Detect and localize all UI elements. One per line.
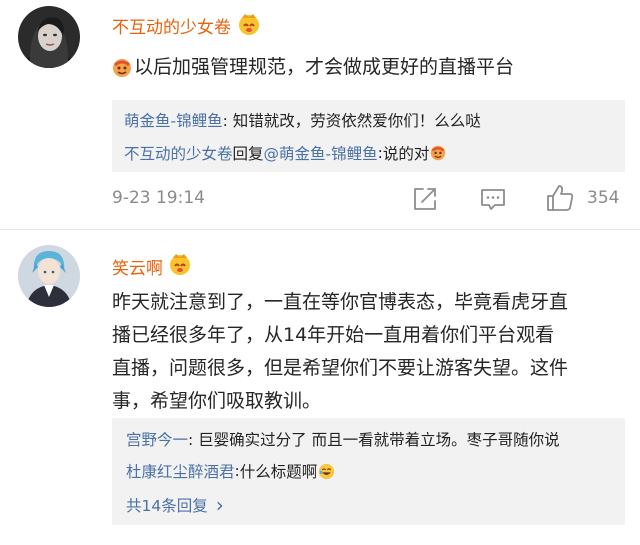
comment-username[interactable]: 不互动的少女卷: [112, 13, 231, 38]
reply-mention[interactable]: @萌金鱼-锦鲤鱼: [264, 142, 378, 164]
like-icon[interactable]: [544, 182, 576, 214]
reply-author[interactable]: 不互动的少女卷: [124, 142, 233, 164]
avatar-user-2[interactable]: [18, 245, 80, 307]
reply-author[interactable]: 杜康红尘醉酒君: [126, 460, 235, 482]
reply-text: 知错就改，劳资依然爱你们！么么哒: [232, 112, 481, 130]
crown-icon: [168, 252, 192, 276]
comment-body: 昨天就注意到了，一直在等你官博表态，毕竟看虎牙直 播已经很多年了，从14年开始一…: [112, 286, 568, 418]
reply-author[interactable]: 宫野今一: [126, 431, 188, 449]
reply-line[interactable]: 萌金鱼-锦鲤鱼: 知错就改，劳资依然爱你们！么么哒: [124, 109, 481, 131]
chevron-right-icon[interactable]: ›: [216, 495, 224, 515]
reply-box[interactable]: 宫野今一: 巨婴确实过分了 而且一看就带着立场。枣子哥随你说 杜康红尘醉酒君: …: [112, 418, 625, 525]
reply-text: 说的对: [382, 145, 430, 163]
comment-text-line: 播已经很多年了，从14年开始一直用着你们平台观看: [112, 324, 555, 346]
like-count: 354: [587, 188, 620, 208]
reply-text: 巨婴确实过分了 而且一看就带着立场。枣子哥随你说: [198, 431, 560, 449]
crown-icon: [237, 12, 261, 36]
face-emoji-icon: [430, 145, 446, 161]
comment-text-line: 直播，问题很多，但是希望你们不要让游客失望。这件: [112, 357, 569, 379]
share-icon[interactable]: [410, 184, 440, 214]
comment-icon[interactable]: [478, 184, 508, 214]
reply-text: 什么标题啊: [239, 463, 318, 481]
reply-author[interactable]: 萌金鱼-锦鲤鱼: [124, 112, 223, 130]
comment-time: 9-23 19:14: [112, 188, 205, 208]
divider: [0, 229, 640, 230]
reply-line[interactable]: 宫野今一: 巨婴确实过分了 而且一看就带着立场。枣子哥随你说: [126, 428, 560, 450]
reply-box[interactable]: 萌金鱼-锦鲤鱼: 知错就改，劳资依然爱你们！么么哒 不互动的少女卷 回复 @萌金鱼-…: [112, 100, 625, 172]
laugh-emoji-icon: [318, 463, 335, 480]
comment-username[interactable]: 笑云啊: [112, 254, 163, 279]
more-replies-link[interactable]: 共14条回复 ›: [126, 494, 224, 516]
comment-text-line: 昨天就注意到了，一直在等你官博表态，毕竟看虎牙直: [112, 291, 569, 313]
reply-line[interactable]: 不互动的少女卷 回复 @萌金鱼-锦鲤鱼: 说的对: [124, 142, 446, 164]
comment-text: 以后加强管理规范，才会做成更好的直播平台: [134, 56, 515, 78]
comment-body: 以后加强管理规范，才会做成更好的直播平台: [112, 51, 514, 84]
comment-text-line: 事，希望你们吸取教训。: [112, 390, 322, 412]
face-emoji-icon: [112, 58, 132, 78]
reply-line[interactable]: 杜康红尘醉酒君: 什么标题啊: [126, 460, 335, 482]
avatar-user-1[interactable]: [18, 6, 80, 68]
